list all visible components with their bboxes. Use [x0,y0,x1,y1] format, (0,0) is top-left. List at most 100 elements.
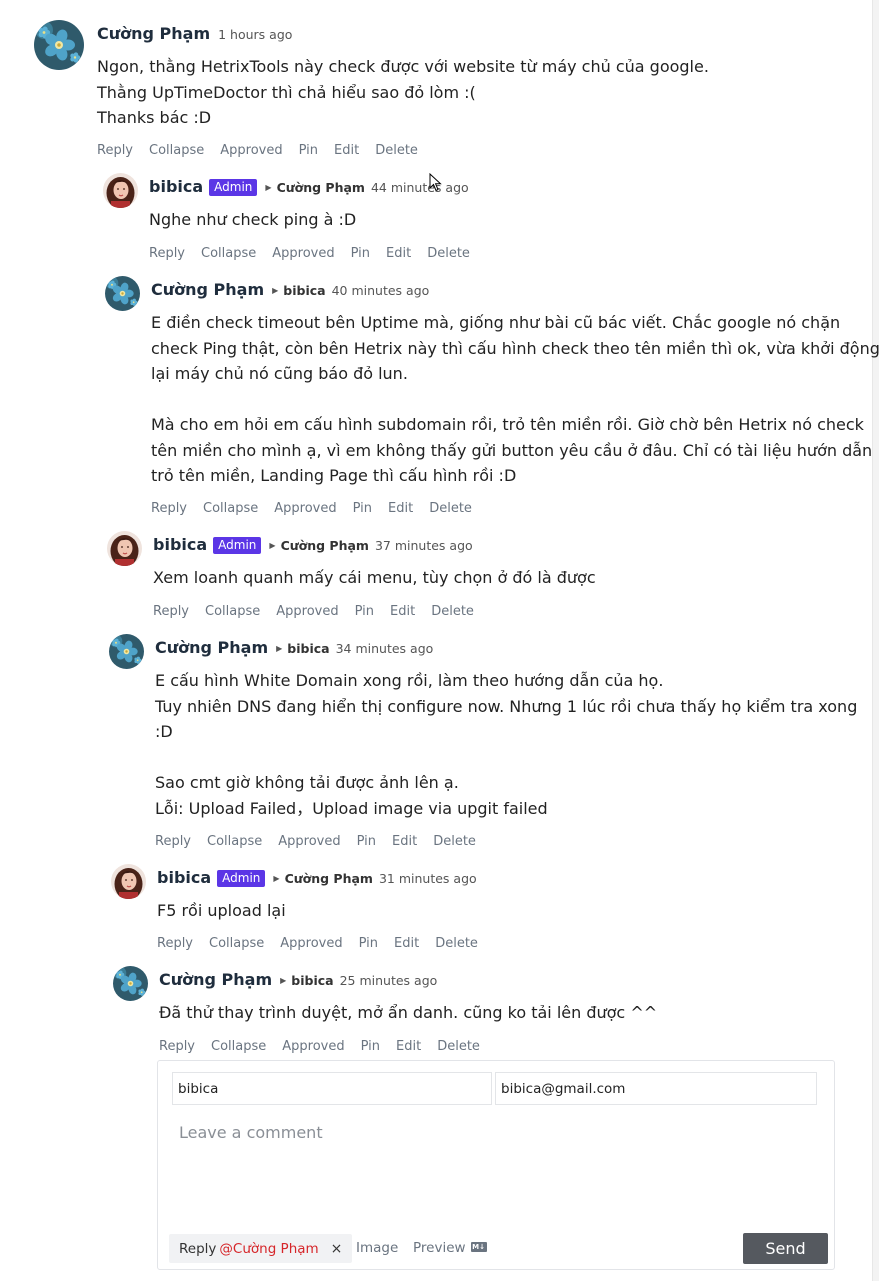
comment-text: Đã thử thay trình duyệt, mở ẩn danh. cũn… [159,1003,658,1022]
reply-button[interactable]: Reply [157,936,193,951]
reply-to-author[interactable]: Cường Phạm [277,180,365,195]
comment-actions: Reply Collapse Approved Pin Edit Delete [97,143,434,158]
delete-button[interactable]: Delete [435,936,478,951]
comment-meta: Cường Phạm ▶ bibica 40 minutes ago [151,280,429,299]
avatar-cuong-pham[interactable] [113,966,148,1001]
pin-button[interactable]: Pin [299,143,318,158]
reply-to-author[interactable]: Cường Phạm [285,871,373,886]
reply-button[interactable]: Reply [153,604,189,619]
edit-button[interactable]: Edit [390,604,415,619]
pin-button[interactable]: Pin [351,246,370,261]
avatar-bibica[interactable] [111,864,146,899]
approved-button[interactable]: Approved [220,143,282,158]
reply-chip-target: @Cường Phạm [219,1240,319,1257]
comment-time: 31 minutes ago [378,871,477,886]
comment-author[interactable]: bibica [149,177,203,196]
send-button[interactable]: Send [743,1233,828,1264]
reply-arrow-icon: ▶ [273,874,280,883]
comment-actions: Reply Collapse Approved Pin Edit Delete [153,604,490,619]
reply-to-author[interactable]: bibica [287,641,329,656]
avatar-bibica[interactable] [103,173,138,208]
avatar-cuong-pham[interactable] [34,20,84,70]
comment-actions: Reply Collapse Approved Pin Edit Delete [159,1039,496,1054]
approved-button[interactable]: Approved [276,604,338,619]
avatar-cuong-pham[interactable] [109,634,144,669]
reply-to-author[interactable]: Cường Phạm [281,538,369,553]
delete-button[interactable]: Delete [431,604,474,619]
collapse-button[interactable]: Collapse [201,246,256,261]
comment-author[interactable]: bibica [157,868,211,887]
collapse-button[interactable]: Collapse [207,834,262,849]
admin-badge: Admin [213,537,262,554]
reply-button[interactable]: Reply [151,501,187,516]
collapse-button[interactable]: Collapse [203,501,258,516]
pin-button[interactable]: Pin [359,936,378,951]
comment-author[interactable]: Cường Phạm [159,970,272,989]
delete-button[interactable]: Delete [375,143,418,158]
comment-author[interactable]: bibica [153,535,207,554]
approved-button[interactable]: Approved [272,246,334,261]
edit-button[interactable]: Edit [396,1039,421,1054]
comment-author[interactable]: Cường Phạm [97,24,210,43]
approved-button[interactable]: Approved [280,936,342,951]
comment-meta: bibica Admin ▶ Cường Phạm 31 minutes ago [157,868,477,888]
comment-author[interactable]: Cường Phạm [151,280,264,299]
delete-button[interactable]: Delete [437,1039,480,1054]
avatar-bibica[interactable] [107,531,142,566]
edit-button[interactable]: Edit [392,834,417,849]
comment-text: Xem loanh quanh mấy cái menu, tùy chọn ở… [153,568,596,587]
reply-arrow-icon: ▶ [272,286,279,295]
collapse-button[interactable]: Collapse [211,1039,266,1054]
collapse-button[interactable]: Collapse [205,604,260,619]
edit-button[interactable]: Edit [386,246,411,261]
page-scrollbar[interactable] [872,0,879,1281]
image-button[interactable]: Image [356,1240,398,1256]
preview-button[interactable]: Preview M↓ [413,1240,487,1256]
approved-button[interactable]: Approved [282,1039,344,1054]
delete-button[interactable]: Delete [433,834,476,849]
name-field[interactable]: bibica [172,1072,492,1105]
avatar-cuong-pham[interactable] [105,276,140,311]
reply-to-author[interactable]: bibica [291,973,333,988]
comment-text: Nghe như check ping à :D [149,210,357,229]
email-field[interactable]: bibica@gmail.com [495,1072,817,1105]
comment-time: 44 minutes ago [370,180,469,195]
approved-button[interactable]: Approved [278,834,340,849]
comment-author[interactable]: Cường Phạm [155,638,268,657]
preview-label: Preview [413,1240,466,1256]
comment-time: 40 minutes ago [331,283,430,298]
reply-arrow-icon: ▶ [276,644,283,653]
comment-meta: Cường Phạm ▶ bibica 34 minutes ago [155,638,433,657]
comment-actions: Reply Collapse Approved Pin Edit Delete [151,501,488,516]
pin-button[interactable]: Pin [355,604,374,619]
comment-time: 37 minutes ago [374,538,473,553]
delete-button[interactable]: Delete [429,501,472,516]
reply-button[interactable]: Reply [159,1039,195,1054]
pin-button[interactable]: Pin [361,1039,380,1054]
reply-button[interactable]: Reply [149,246,185,261]
reply-button[interactable]: Reply [97,143,133,158]
reply-arrow-icon: ▶ [269,541,276,550]
reply-arrow-icon: ▶ [280,976,287,985]
approved-button[interactable]: Approved [274,501,336,516]
edit-button[interactable]: Edit [334,143,359,158]
collapse-button[interactable]: Collapse [209,936,264,951]
edit-button[interactable]: Edit [394,936,419,951]
delete-button[interactable]: Delete [427,246,470,261]
edit-button[interactable]: Edit [388,501,413,516]
comment-text: F5 rồi upload lại [157,901,286,920]
comment-meta: bibica Admin ▶ Cường Phạm 44 minutes ago [149,177,469,197]
comment-time: 34 minutes ago [335,641,434,656]
collapse-button[interactable]: Collapse [149,143,204,158]
close-icon[interactable]: × [331,1241,343,1257]
pin-button[interactable]: Pin [357,834,376,849]
reply-chip-label: Reply [179,1240,217,1257]
reply-target-chip: Reply @Cường Phạm × [169,1234,353,1263]
comment-time: 1 hours ago [218,27,293,42]
mouse-cursor-icon [429,173,442,192]
pin-button[interactable]: Pin [353,501,372,516]
comment-meta: Cường Phạm 1 hours ago [97,24,292,43]
comment-textarea[interactable]: Leave a comment [179,1123,323,1142]
reply-button[interactable]: Reply [155,834,191,849]
reply-to-author[interactable]: bibica [283,283,325,298]
